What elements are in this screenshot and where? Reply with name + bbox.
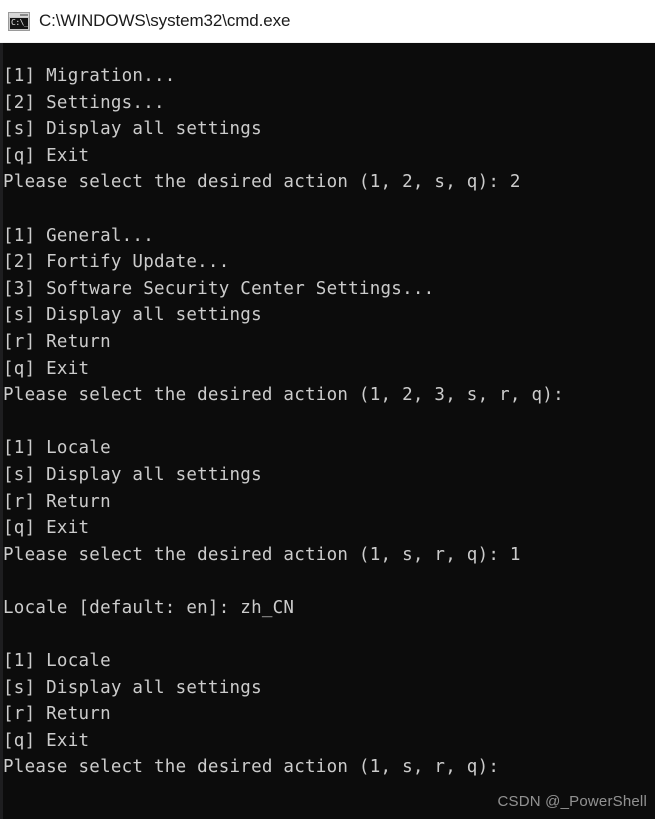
cmd-icon-buttons [20,14,28,16]
console-line: Please select the desired action (1, s, … [3,757,500,778]
console-line: [1] Migration... [3,66,176,86]
console-line: Please select the desired action (1, 2, … [3,172,521,193]
console-line: [r] Return [3,704,111,725]
console-line: Please select the desired action (1, 2, … [3,385,564,406]
console-line: [s] Display all settings [3,677,262,698]
console-line: [s] Display all settings [3,119,262,140]
console-line: [q] Exit [3,145,90,166]
cmd-console-icon: C:\_ [8,12,30,31]
console-line: [2] Fortify Update... [3,252,230,273]
console-line: Please select the desired action (1, s, … [3,544,521,565]
console-line: [1] Locale [3,651,111,672]
window-title: C:\WINDOWS\system32\cmd.exe [39,11,291,30]
console-line: [1] General... [3,225,155,246]
console-output-area[interactable]: [1] Migration... [2] Settings... [s] Displ… [0,43,655,819]
console-line: [q] Exit [3,730,90,751]
console-line: [q] Exit [3,358,90,379]
watermark: CSDN @_PowerShell [497,793,647,810]
console-line: [r] Return [3,331,111,352]
cmd-icon-screen: C:\_ [10,18,28,29]
console-line: [2] Settings... [3,92,165,113]
console-line: [1] Locale [3,438,111,459]
console-line: [3] Software Security Center Settings... [3,278,435,299]
console-line: [q] Exit [3,518,90,539]
console-text: [1] Migration... [2] Settings... [s] Displ… [3,63,655,781]
title-bar[interactable]: C:\_ C:\WINDOWS\system32\cmd.exe [0,0,655,43]
console-line: [s] Display all settings [3,464,262,485]
console-line: Locale [default: en]: zh_CN [3,597,295,618]
console-line: [r] Return [3,491,111,512]
console-line: [s] Display all settings [3,305,262,326]
cmd-window: C:\_ C:\WINDOWS\system32\cmd.exe [1] Mig… [0,0,655,819]
